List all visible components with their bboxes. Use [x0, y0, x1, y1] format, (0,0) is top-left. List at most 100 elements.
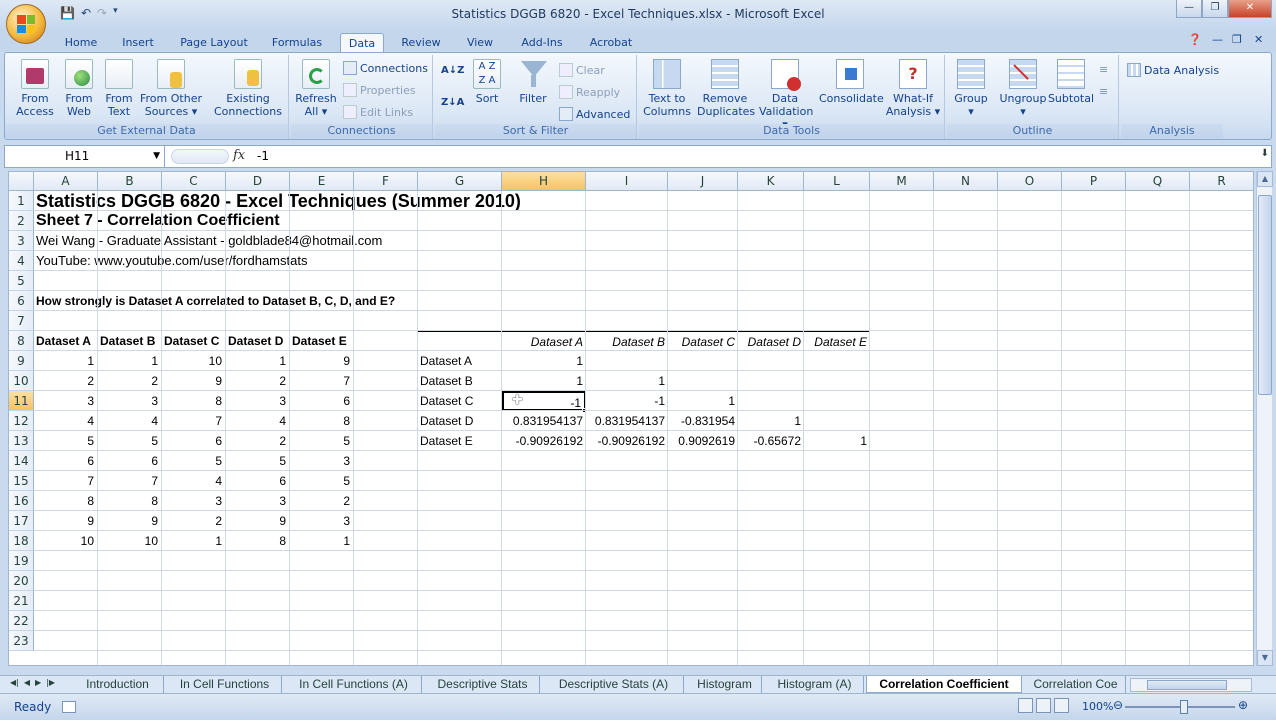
column-header-n[interactable]: N — [934, 172, 998, 191]
matrix-col-header[interactable]: Dataset A — [502, 332, 586, 351]
dataset-value[interactable]: 8 — [226, 531, 290, 551]
column-header-g[interactable]: G — [418, 172, 502, 191]
sheet-tab-correlation-coefficient[interactable]: Correlation Coefficient — [866, 676, 1022, 693]
tab-home[interactable]: Home — [60, 33, 102, 52]
dataset-value[interactable]: 10 — [34, 531, 98, 551]
dataset-value[interactable]: 10 — [162, 351, 226, 371]
consolidate-button[interactable]: Consolidate — [819, 59, 884, 105]
matrix-value[interactable]: 1 — [502, 351, 586, 371]
row-header-20[interactable]: 20 — [9, 571, 34, 591]
dataset-value[interactable]: 3 — [98, 391, 162, 411]
matrix-value[interactable]: 1 — [738, 411, 804, 431]
expand-formula-bar-icon[interactable]: ⬇ — [1261, 148, 1269, 159]
dataset-value[interactable]: 1 — [226, 351, 290, 371]
row-header-13[interactable]: 13 — [9, 431, 34, 451]
what-if-analysis-button[interactable]: ? What-If Analysis ▾ — [885, 59, 941, 118]
select-all-corner[interactable] — [9, 172, 34, 191]
dataset-value[interactable]: 6 — [98, 451, 162, 471]
row-header-22[interactable]: 22 — [9, 611, 34, 631]
tab-review[interactable]: Review — [398, 33, 444, 52]
matrix-row-header[interactable]: Dataset D — [418, 411, 502, 431]
column-header-h[interactable]: H — [502, 172, 586, 191]
zoom-slider-thumb[interactable] — [1180, 700, 1188, 714]
last-sheet-icon[interactable]: |▶ — [46, 678, 55, 687]
dataset-value[interactable]: 8 — [34, 491, 98, 511]
sheet-tab-correlation-coe[interactable]: Correlation Coe — [1026, 676, 1126, 693]
column-header-b[interactable]: B — [98, 172, 162, 191]
matrix-row-header[interactable]: Dataset B — [418, 371, 502, 391]
column-header-j[interactable]: J — [668, 172, 738, 191]
dataset-value[interactable]: 1 — [162, 531, 226, 551]
dataset-value[interactable]: 2 — [290, 491, 354, 511]
matrix-value[interactable] — [804, 411, 870, 431]
matrix-value[interactable] — [738, 371, 804, 391]
ungroup-button[interactable]: Ungroup ▾ — [997, 59, 1049, 118]
dataset-value[interactable]: 5 — [98, 431, 162, 451]
row-header-12[interactable]: 12 — [9, 411, 34, 431]
first-sheet-icon[interactable]: ◀| — [10, 678, 19, 687]
row-header-3[interactable]: 3 — [9, 231, 34, 251]
row-header-8[interactable]: 8 — [9, 331, 34, 351]
dataset-value[interactable]: 9 — [226, 511, 290, 531]
dataset-value[interactable]: 5 — [226, 451, 290, 471]
matrix-value[interactable] — [586, 351, 668, 371]
matrix-value[interactable]: 0.831954137 — [502, 411, 586, 431]
sheet-tab-in-cell-functions-a[interactable]: In Cell Functions (A) — [286, 676, 422, 693]
tab-insert[interactable]: Insert — [117, 33, 159, 52]
matrix-value[interactable]: -0.831954 — [668, 411, 738, 431]
dataset-value[interactable]: 2 — [98, 371, 162, 391]
data-analysis-button[interactable]: Data Analysis — [1127, 63, 1219, 77]
from-other-sources-button[interactable]: From Other Sources ▾ — [139, 59, 203, 118]
dataset-value[interactable]: 1 — [34, 351, 98, 371]
dataset-value[interactable]: 7 — [34, 471, 98, 491]
existing-connections-button[interactable]: Existing Connections — [211, 59, 285, 118]
matrix-value[interactable]: 0.831954137 — [586, 411, 668, 431]
dataset-value[interactable]: 1 — [98, 351, 162, 371]
restore-icon[interactable]: ❐ — [1202, 0, 1228, 18]
matrix-value[interactable] — [738, 351, 804, 371]
ribbon-minimize-icon[interactable]: — — [1212, 33, 1223, 46]
sheet-tab-in-cell-functions[interactable]: In Cell Functions — [168, 676, 282, 693]
dataset-header[interactable]: Dataset A — [34, 331, 98, 351]
dataset-value[interactable]: 9 — [290, 351, 354, 371]
sort-z-to-a-button[interactable]: Z↓A — [441, 97, 464, 108]
matrix-value[interactable] — [804, 391, 870, 411]
formula-bar-splitter[interactable] — [171, 149, 229, 164]
row-header-23[interactable]: 23 — [9, 631, 34, 651]
dataset-value[interactable]: 8 — [162, 391, 226, 411]
matrix-value[interactable] — [804, 351, 870, 371]
dataset-value[interactable]: 1 — [290, 531, 354, 551]
dataset-value[interactable]: 2 — [226, 431, 290, 451]
close-icon[interactable]: ✕ — [1228, 0, 1272, 18]
page-layout-view-icon[interactable] — [1036, 698, 1051, 713]
hide-detail-icon[interactable]: ≡ — [1099, 85, 1108, 98]
group-button[interactable]: Group ▾ — [951, 59, 991, 118]
row-header-14[interactable]: 14 — [9, 451, 34, 471]
matrix-value[interactable]: 1 — [804, 431, 870, 451]
dataset-value[interactable]: 4 — [98, 411, 162, 431]
clear-button[interactable]: Clear — [559, 63, 605, 77]
name-box[interactable]: H11 ▼ — [5, 146, 165, 167]
connections-button[interactable]: Connections — [343, 61, 428, 75]
advanced-button[interactable]: Advanced — [559, 107, 630, 121]
column-header-r[interactable]: R — [1190, 172, 1253, 191]
dataset-value[interactable]: 7 — [290, 371, 354, 391]
matrix-value[interactable]: -0.90926192 — [502, 431, 586, 451]
sheet-tab-descriptive-stats[interactable]: Descriptive Stats — [426, 676, 540, 693]
matrix-col-header[interactable]: Dataset C — [668, 332, 738, 351]
dataset-value[interactable]: 5 — [290, 431, 354, 451]
matrix-value[interactable]: 0.9092619 — [668, 431, 738, 451]
column-header-o[interactable]: O — [998, 172, 1062, 191]
column-header-c[interactable]: C — [162, 172, 226, 191]
page-break-preview-icon[interactable] — [1054, 698, 1069, 713]
horizontal-scroll-thumb[interactable] — [1147, 680, 1227, 690]
matrix-col-header[interactable]: Dataset E — [804, 332, 870, 351]
dataset-value[interactable]: 10 — [98, 531, 162, 551]
dataset-header[interactable]: Dataset B — [98, 331, 162, 351]
remove-duplicates-button[interactable]: Remove Duplicates — [697, 59, 755, 118]
insert-function-icon[interactable]: fx — [233, 148, 245, 163]
column-header-d[interactable]: D — [226, 172, 290, 191]
matrix-col-header[interactable]: Dataset B — [586, 332, 668, 351]
column-header-i[interactable]: I — [586, 172, 668, 191]
zoom-level[interactable]: 100% — [1082, 700, 1113, 713]
